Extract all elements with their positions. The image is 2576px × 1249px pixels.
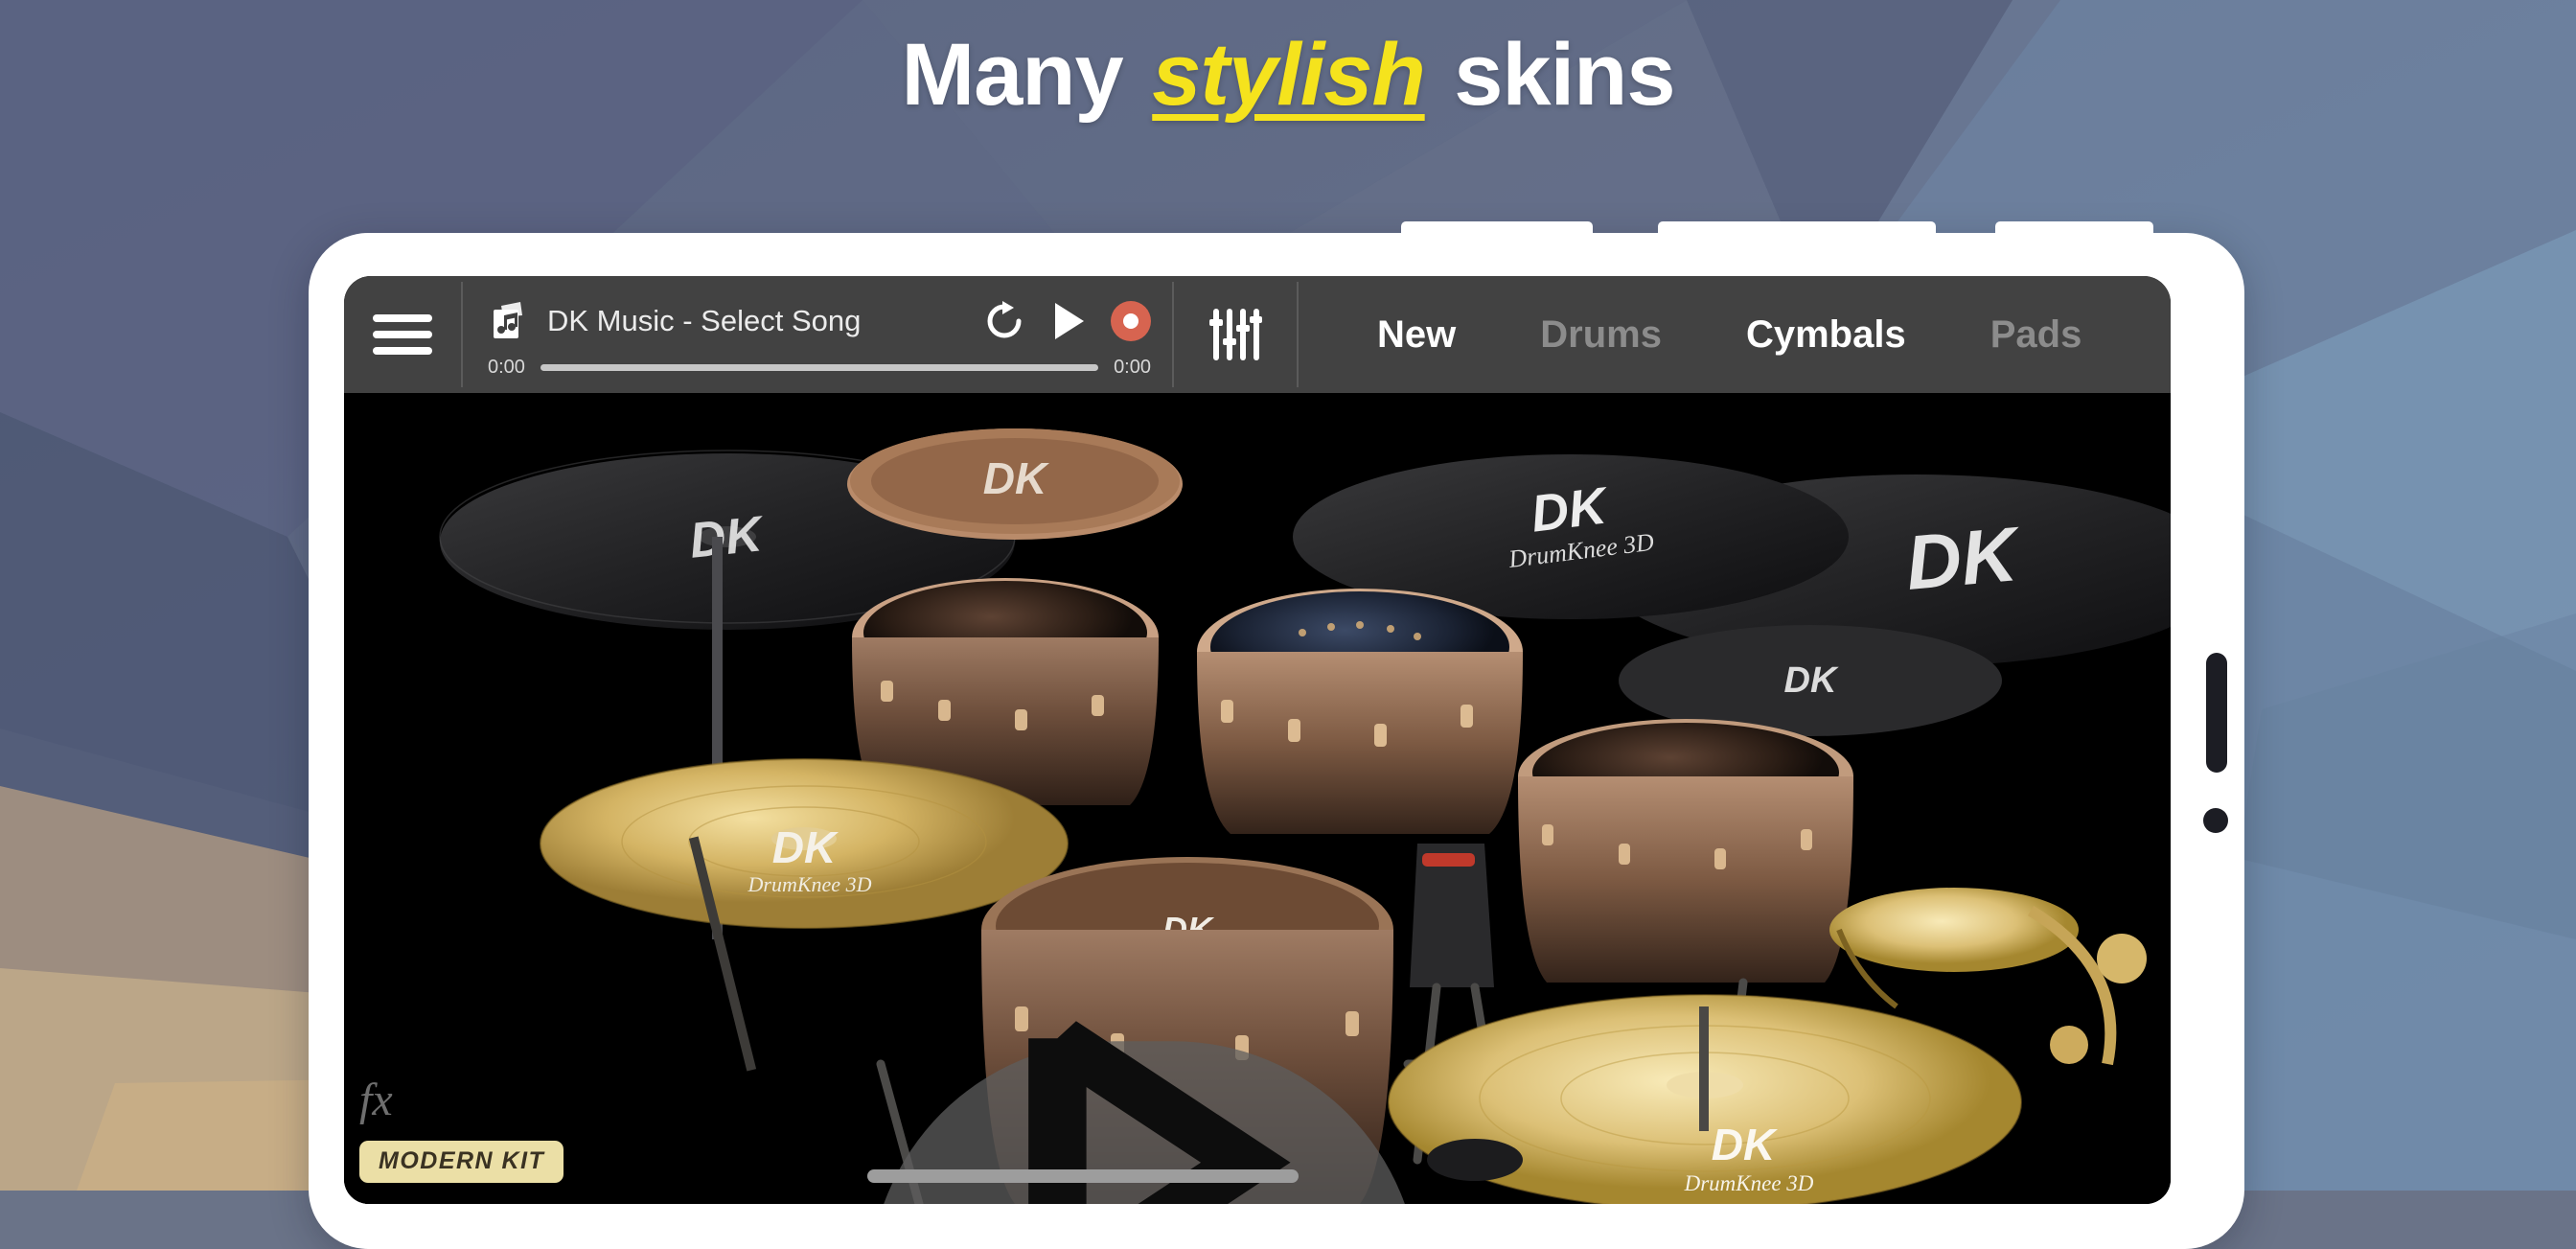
- svg-text:DK: DK: [983, 453, 1049, 503]
- play-icon: [1049, 299, 1088, 343]
- time-elapsed: 0:00: [488, 357, 525, 379]
- headline-part-2: skins: [1431, 26, 1675, 124]
- headline-part-1: Many: [901, 26, 1146, 124]
- time-total: 0:00: [1114, 357, 1151, 379]
- cymbal-brand-mark: DK: [1528, 476, 1613, 544]
- svg-text:DK: DK: [772, 822, 839, 872]
- loop-button[interactable]: [982, 299, 1026, 343]
- record-icon: [1123, 313, 1138, 329]
- phone-volume-button[interactable]: [2206, 653, 2227, 773]
- song-title[interactable]: DK Music - Select Song: [547, 304, 965, 338]
- phone-power-button[interactable]: [2203, 808, 2228, 833]
- music-player-panel: DK Music - Select Song: [463, 276, 1172, 393]
- kit-position-slider[interactable]: [867, 1169, 1299, 1183]
- hamburger-icon: [373, 306, 432, 363]
- svg-text:DrumKnee 3D: DrumKnee 3D: [748, 872, 872, 896]
- app-toolbar: DK Music - Select Song: [344, 276, 2171, 393]
- loop-refresh-icon: [982, 299, 1026, 343]
- tab-new[interactable]: New: [1335, 313, 1498, 357]
- menu-button[interactable]: [344, 276, 461, 393]
- drum-kit-stage[interactable]: DK DK DK DK DrumKnee 3D DK: [344, 393, 2171, 1204]
- svg-text:DK: DK: [1902, 511, 2025, 606]
- music-note-sheet-icon: [488, 300, 530, 342]
- mixer-button[interactable]: [1174, 276, 1297, 393]
- tab-pads[interactable]: Pads: [1948, 313, 2125, 357]
- svg-text:DK: DK: [687, 506, 768, 569]
- phone-button-nub-1: [1401, 221, 1593, 237]
- page-headline: Many stylish skins: [0, 25, 2576, 126]
- tab-cymbals[interactable]: Cymbals: [1704, 313, 1948, 357]
- phone-mockup: DK Music - Select Song: [309, 233, 2244, 1249]
- transport-controls: [982, 299, 1151, 343]
- record-button[interactable]: [1111, 301, 1151, 341]
- play-button[interactable]: [1049, 299, 1088, 343]
- playback-progress-bar[interactable]: [540, 364, 1098, 371]
- fx-button[interactable]: fx: [359, 1074, 393, 1126]
- tab-drums[interactable]: Drums: [1498, 313, 1704, 357]
- phone-button-nub-2: [1658, 221, 1936, 237]
- phone-button-nub-3: [1995, 221, 2153, 237]
- kit-tabs: New Drums Cymbals Pads: [1299, 276, 2171, 393]
- kit-name-badge[interactable]: MODERN KIT: [359, 1141, 564, 1183]
- mixer-faders-icon: [1208, 306, 1262, 363]
- svg-text:DK: DK: [1784, 660, 1839, 701]
- headline-accent-word: stylish: [1146, 26, 1430, 124]
- phone-screen: DK Music - Select Song: [344, 276, 2171, 1204]
